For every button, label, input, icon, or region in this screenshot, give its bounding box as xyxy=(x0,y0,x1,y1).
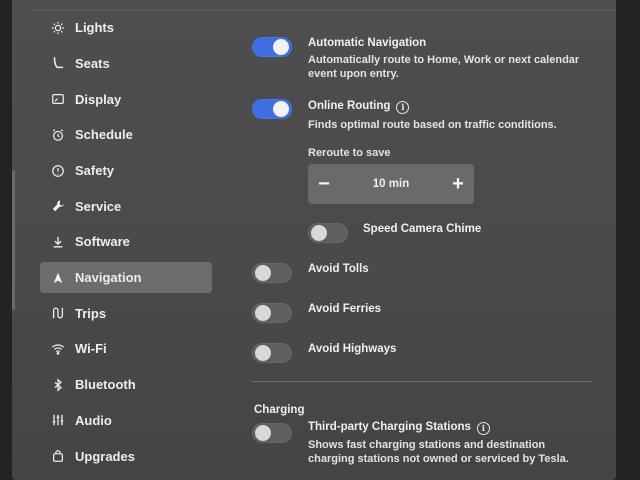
third-party-charging-label-row: Third-party Charging Stations i xyxy=(308,421,490,435)
automatic-navigation-label: Automatic Navigation xyxy=(308,37,427,49)
avoid-tolls-toggle[interactable] xyxy=(252,263,292,283)
settings-screen: Lights Seats Display Schedule Safety Ser… xyxy=(12,0,616,480)
toggle-knob xyxy=(255,345,271,361)
sun-icon xyxy=(50,20,66,36)
decrement-button[interactable]: − xyxy=(308,164,340,204)
avoid-highways-label: Avoid Highways xyxy=(308,343,397,355)
alarm-clock-icon xyxy=(50,127,66,143)
toggle-knob xyxy=(255,425,271,441)
sidebar-item-bluetooth[interactable]: Bluetooth xyxy=(40,369,212,401)
sidebar-item-label: Safety xyxy=(75,163,115,178)
sidebar-item-service[interactable]: Service xyxy=(40,190,212,222)
section-divider xyxy=(252,381,592,382)
sidebar-item-label: Software xyxy=(75,234,130,250)
avoid-ferries-label: Avoid Ferries xyxy=(308,303,382,315)
info-icon[interactable]: i xyxy=(476,422,490,435)
sidebar-item-wifi[interactable]: Wi-Fi xyxy=(40,333,212,365)
sidebar-item-navigation[interactable]: Navigation xyxy=(40,261,212,294)
sidebar-item-schedule[interactable]: Schedule xyxy=(40,119,212,151)
online-routing-toggle[interactable] xyxy=(252,99,292,119)
avoid-tolls-label: Avoid Tolls xyxy=(308,263,369,275)
sidebar-item-label: Lights xyxy=(75,20,114,36)
alert-circle-icon xyxy=(50,163,66,179)
automatic-navigation-toggle[interactable] xyxy=(252,37,292,57)
sidebar-item-label: Schedule xyxy=(75,127,133,143)
sidebar-item-seats[interactable]: Seats xyxy=(40,48,212,80)
online-routing-desc: Finds optimal route based on traffic con… xyxy=(308,119,557,131)
display-icon xyxy=(50,91,66,107)
reroute-stepper: − 10 min + xyxy=(308,164,474,204)
avoid-ferries-toggle[interactable] xyxy=(252,303,292,323)
sidebar-item-label: Seats xyxy=(75,55,110,71)
sidebar-item-label: Wi-Fi xyxy=(75,341,107,357)
speed-camera-chime-label: Speed Camera Chime xyxy=(363,223,482,235)
sidebar-item-label: Navigation xyxy=(75,270,142,286)
speed-camera-chime-toggle[interactable] xyxy=(308,223,348,243)
reroute-value: 10 min xyxy=(372,178,410,190)
third-party-charging-label: Third-party Charging Stations xyxy=(308,421,471,433)
shopping-bag-icon xyxy=(50,448,66,464)
sidebar-item-trips[interactable]: Trips xyxy=(40,298,212,330)
bluetooth-icon xyxy=(50,377,66,393)
sidebar-item-upgrades[interactable]: Upgrades xyxy=(40,440,212,472)
trips-icon xyxy=(50,305,66,321)
toggle-knob xyxy=(311,225,327,241)
sidebar-item-display[interactable]: Display xyxy=(40,83,212,115)
sidebar-item-label: Upgrades xyxy=(75,448,135,464)
automatic-navigation-desc-line1: Automatically route to Home, Work or nex… xyxy=(308,54,580,66)
automatic-navigation-desc-line2: event upon entry. xyxy=(308,68,399,80)
edge-scroll-indicator xyxy=(12,170,15,310)
download-icon xyxy=(50,234,66,250)
wrench-icon xyxy=(50,198,66,214)
third-party-charging-desc-line2: charging stations not owned or serviced … xyxy=(308,453,569,465)
toggle-knob xyxy=(273,39,289,55)
online-routing-label-row: Online Routing i xyxy=(308,100,410,114)
sidebar-item-label: Service xyxy=(75,198,122,214)
avoid-highways-toggle[interactable] xyxy=(252,343,292,363)
sidebar-item-safety[interactable]: Safety xyxy=(40,155,212,187)
third-party-charging-toggle[interactable] xyxy=(252,423,292,443)
sidebar-item-label: Bluetooth xyxy=(75,377,136,393)
settings-sidebar: Lights Seats Display Schedule Safety Ser… xyxy=(40,12,212,476)
toggle-knob xyxy=(255,265,271,281)
wifi-icon xyxy=(50,341,66,357)
sidebar-item-label: Display xyxy=(75,91,122,107)
toggle-knob xyxy=(273,101,289,117)
seat-icon xyxy=(50,55,66,71)
sidebar-item-label: Trips xyxy=(75,305,107,321)
sidebar-item-lights[interactable]: Lights xyxy=(40,12,212,44)
reroute-label: Reroute to save xyxy=(308,147,391,159)
info-icon[interactable]: i xyxy=(396,101,410,114)
online-routing-label: Online Routing xyxy=(308,100,391,112)
third-party-charging-desc-line1: Shows fast charging stations and destina… xyxy=(308,439,546,451)
increment-button[interactable]: + xyxy=(442,164,474,204)
navigation-settings-panel: Automatic Navigation Automatically route… xyxy=(240,0,600,480)
charging-section-title: Charging xyxy=(254,404,305,416)
toggle-knob xyxy=(255,305,271,321)
sidebar-item-software[interactable]: Software xyxy=(40,226,212,258)
sidebar-item-label: Audio xyxy=(75,412,112,428)
navigation-arrow-icon xyxy=(50,270,66,286)
sidebar-item-audio[interactable]: Audio xyxy=(40,405,212,437)
equalizer-icon xyxy=(50,412,66,428)
